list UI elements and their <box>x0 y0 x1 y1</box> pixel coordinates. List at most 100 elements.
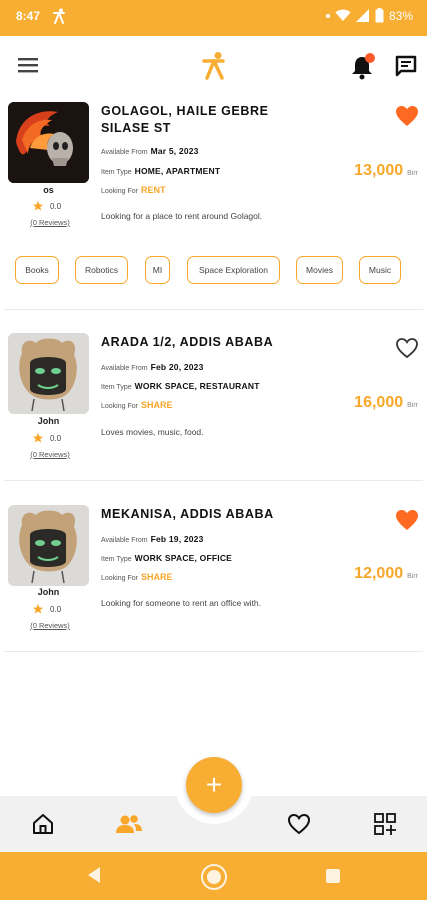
looking-for: Looking For SHARE <box>101 572 172 582</box>
home-icon[interactable] <box>31 813 55 835</box>
signal-icon <box>355 9 369 22</box>
rating-value: 0.0 <box>50 201 62 211</box>
item-type-value: WORK SPACE, OFFICE <box>134 553 233 563</box>
listing-description: Looking for someone to rent an office wi… <box>101 598 262 608</box>
item-type-value: WORK SPACE, RESTAURANT <box>134 381 260 391</box>
rating: 0.0 <box>32 432 61 444</box>
listing-title[interactable]: MEKANISA, ADDIS ABABA <box>101 506 316 523</box>
looking-for-value: SHARE <box>140 572 173 582</box>
status-bar: 8:47 83% <box>0 0 427 36</box>
item-type-label: Item Type <box>101 556 132 563</box>
listing-description: Loves movies, music, food. <box>101 427 204 437</box>
user-name: John <box>37 587 60 597</box>
item-type: Item Type WORK SPACE, RESTAURANT <box>101 381 260 391</box>
price-value: 13,000 <box>354 162 404 179</box>
avatar[interactable] <box>8 333 89 414</box>
looking-for-value: SHARE <box>140 400 173 410</box>
listing-card[interactable]: John 0.0 (0 Reviews) MEKANISA, ADDIS ABA… <box>0 492 427 653</box>
listing-card[interactable]: os 0.0 (0 Reviews) GOLAGOL, HAILE GEBRE … <box>0 96 427 310</box>
interest-tags: Books Robotics MI Space Exploration Movi… <box>0 256 427 286</box>
available-label: Available From <box>101 149 148 156</box>
tag-chip[interactable]: MI <box>145 256 170 284</box>
listing-price: 12,000 Birr <box>354 565 418 583</box>
listing-price: 13,000 Birr <box>354 162 418 180</box>
wifi-icon <box>335 9 351 21</box>
looking-for-label: Looking For <box>101 575 138 582</box>
available-date: Mar 5, 2023 <box>150 146 199 156</box>
status-dot-icon <box>325 13 330 18</box>
available-from: Available From Feb 20, 2023 <box>101 362 204 372</box>
back-icon[interactable] <box>86 866 102 884</box>
battery-icon <box>375 8 384 23</box>
divider <box>4 651 423 652</box>
reviews-link[interactable]: (0 Reviews) <box>8 218 92 227</box>
add-listing-button[interactable]: + <box>186 757 242 813</box>
reviews-link[interactable]: (0 Reviews) <box>8 621 92 630</box>
rating-value: 0.0 <box>50 433 62 443</box>
item-type-label: Item Type <box>101 169 132 176</box>
available-label: Available From <box>101 365 148 372</box>
looking-for-label: Looking For <box>101 188 138 195</box>
tag-chip[interactable]: Movies <box>296 256 343 284</box>
avatar[interactable] <box>8 102 89 183</box>
star-icon <box>33 201 43 211</box>
item-type-label: Item Type <box>101 384 132 391</box>
heart-filled-icon[interactable] <box>395 105 419 127</box>
currency: Birr <box>407 402 418 409</box>
system-nav-bar <box>0 852 427 900</box>
looking-for: Looking For SHARE <box>101 400 172 410</box>
app-logo-icon <box>202 52 225 80</box>
listing-description: Looking for a place to rent around Golag… <box>101 211 263 221</box>
avatar-fire-skull-image <box>8 102 89 183</box>
reviews-link[interactable]: (0 Reviews) <box>8 450 92 459</box>
tag-chip[interactable]: Music <box>359 256 401 284</box>
available-label: Available From <box>101 537 148 544</box>
listing-card[interactable]: John 0.0 (0 Reviews) ARADA 1/2, ADDIS AB… <box>0 320 427 481</box>
available-from: Available From Feb 19, 2023 <box>101 534 204 544</box>
heart-outline-icon[interactable] <box>287 813 311 835</box>
notification-bell-icon[interactable] <box>350 52 376 80</box>
currency: Birr <box>407 573 418 580</box>
listing-title[interactable]: GOLAGOL, HAILE GEBRE SILASE ST <box>101 103 316 137</box>
looking-for: Looking For RENT <box>101 185 165 195</box>
user-name: John <box>37 416 60 426</box>
available-from: Available From Mar 5, 2023 <box>101 146 199 156</box>
rating-value: 0.0 <box>50 604 62 614</box>
avatar-mask-image <box>8 505 89 586</box>
looking-for-label: Looking For <box>101 403 138 410</box>
app-notification-icon <box>53 8 65 24</box>
item-type: Item Type HOME, APARTMENT <box>101 166 220 176</box>
avatar[interactable] <box>8 505 89 586</box>
tag-chip[interactable]: Space Exploration <box>187 256 280 284</box>
divider <box>4 309 423 310</box>
item-type: Item Type WORK SPACE, OFFICE <box>101 553 232 563</box>
avatar-mask-image <box>8 333 89 414</box>
currency: Birr <box>407 170 418 177</box>
divider <box>4 480 423 481</box>
available-date: Feb 19, 2023 <box>150 534 204 544</box>
chat-icon[interactable] <box>394 54 418 78</box>
home-button-icon[interactable] <box>200 863 228 891</box>
grid-add-icon[interactable] <box>373 813 397 835</box>
user-name: os <box>43 185 54 195</box>
listing-title[interactable]: ARADA 1/2, ADDIS ABABA <box>101 334 316 351</box>
app-bar <box>0 36 427 96</box>
heart-filled-icon[interactable] <box>395 509 419 531</box>
rating: 0.0 <box>32 200 61 212</box>
people-icon[interactable] <box>115 813 143 835</box>
battery-percent: 83% <box>388 8 413 23</box>
hamburger-menu-icon[interactable] <box>18 56 40 74</box>
tag-chip[interactable]: Robotics <box>75 256 128 284</box>
looking-for-value: RENT <box>140 185 166 195</box>
recents-icon[interactable] <box>325 868 341 884</box>
status-right: 83% <box>325 8 413 23</box>
item-type-value: HOME, APARTMENT <box>134 166 221 176</box>
listing-price: 16,000 Birr <box>354 394 418 412</box>
price-value: 12,000 <box>354 565 404 582</box>
heart-outline-icon[interactable] <box>395 337 419 359</box>
status-time: 8:47 <box>16 9 41 23</box>
star-icon <box>33 433 43 443</box>
available-date: Feb 20, 2023 <box>150 362 204 372</box>
tag-chip[interactable]: Books <box>15 256 59 284</box>
star-icon <box>33 604 43 614</box>
